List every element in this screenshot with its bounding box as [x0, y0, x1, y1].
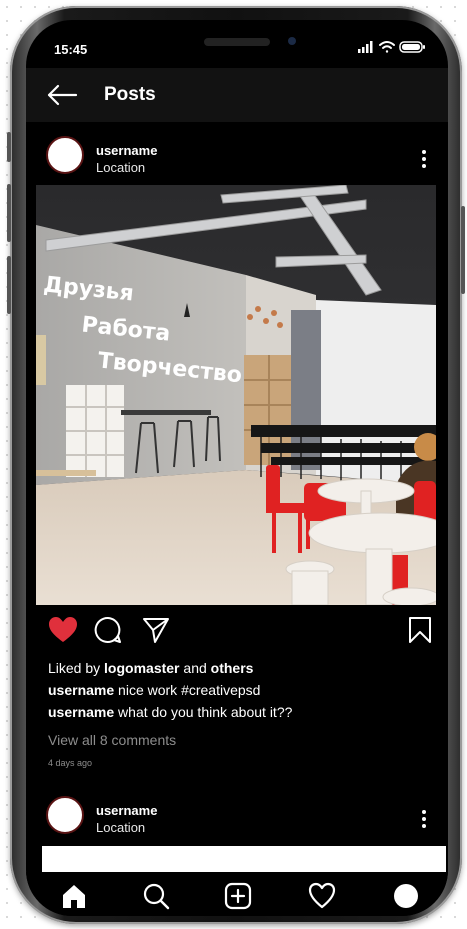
view-all-comments-link[interactable]: View all 8 comments: [48, 732, 176, 748]
post-location[interactable]: Location: [96, 820, 145, 835]
post-username[interactable]: username: [96, 143, 157, 158]
battery-icon: [399, 41, 425, 53]
comment-row: username what do you think about it??: [48, 704, 292, 720]
post-header: username Location: [26, 126, 448, 186]
post-actions: [26, 616, 448, 650]
comment-row: username nice work #creativepsd: [48, 682, 260, 698]
comment-username[interactable]: username: [48, 682, 114, 698]
silent-switch: [7, 132, 11, 162]
activity-icon[interactable]: [308, 882, 336, 910]
post-photo: Друзья Работа Творчество: [36, 185, 436, 605]
comment-icon[interactable]: [94, 616, 122, 644]
speaker-notch: [204, 38, 270, 46]
status-bar: 15:45: [26, 20, 448, 68]
volume-down-button: [7, 256, 11, 314]
signal-icon: [358, 41, 373, 53]
status-time: 15:45: [54, 42, 88, 57]
app-header: Posts: [26, 68, 448, 122]
liked-by-joiner: and: [183, 660, 207, 676]
avatar[interactable]: [46, 796, 84, 834]
avatar[interactable]: [46, 136, 84, 174]
next-post-header: username Location: [26, 786, 448, 846]
volume-up-button: [7, 184, 11, 242]
comment-text: what do you think about it??: [118, 704, 293, 720]
wifi-icon: [379, 41, 395, 53]
post-timestamp: 4 days ago: [48, 758, 93, 768]
more-options-icon[interactable]: [422, 150, 426, 170]
front-camera: [288, 37, 296, 45]
power-button: [461, 206, 465, 294]
comment-text: nice work #creativepsd: [118, 682, 261, 698]
liked-by-others[interactable]: others: [211, 660, 254, 676]
back-arrow-icon[interactable]: [46, 84, 78, 106]
comment-username[interactable]: username: [48, 704, 114, 720]
liked-by-prefix: Liked by: [48, 660, 101, 676]
add-icon[interactable]: [224, 882, 252, 910]
status-icons: [358, 41, 425, 53]
search-icon[interactable]: [142, 882, 170, 910]
bottom-tab-bar: [26, 872, 448, 916]
home-icon[interactable]: [60, 882, 88, 910]
more-options-icon[interactable]: [422, 810, 426, 830]
heart-icon[interactable]: [48, 616, 78, 644]
post-username[interactable]: username: [96, 803, 157, 818]
post-image[interactable]: Друзья Работа Творчество: [36, 185, 436, 605]
share-icon[interactable]: [142, 616, 170, 644]
page-title: Posts: [104, 84, 156, 105]
liked-by-user[interactable]: logomaster: [104, 660, 179, 676]
phone-screen: 15:45 Posts username Location Друзья Раб…: [26, 20, 448, 916]
bookmark-icon[interactable]: [408, 616, 432, 644]
profile-icon[interactable]: [392, 882, 420, 910]
likes-line: Liked by logomaster and others: [48, 660, 253, 676]
post-location[interactable]: Location: [96, 160, 145, 175]
